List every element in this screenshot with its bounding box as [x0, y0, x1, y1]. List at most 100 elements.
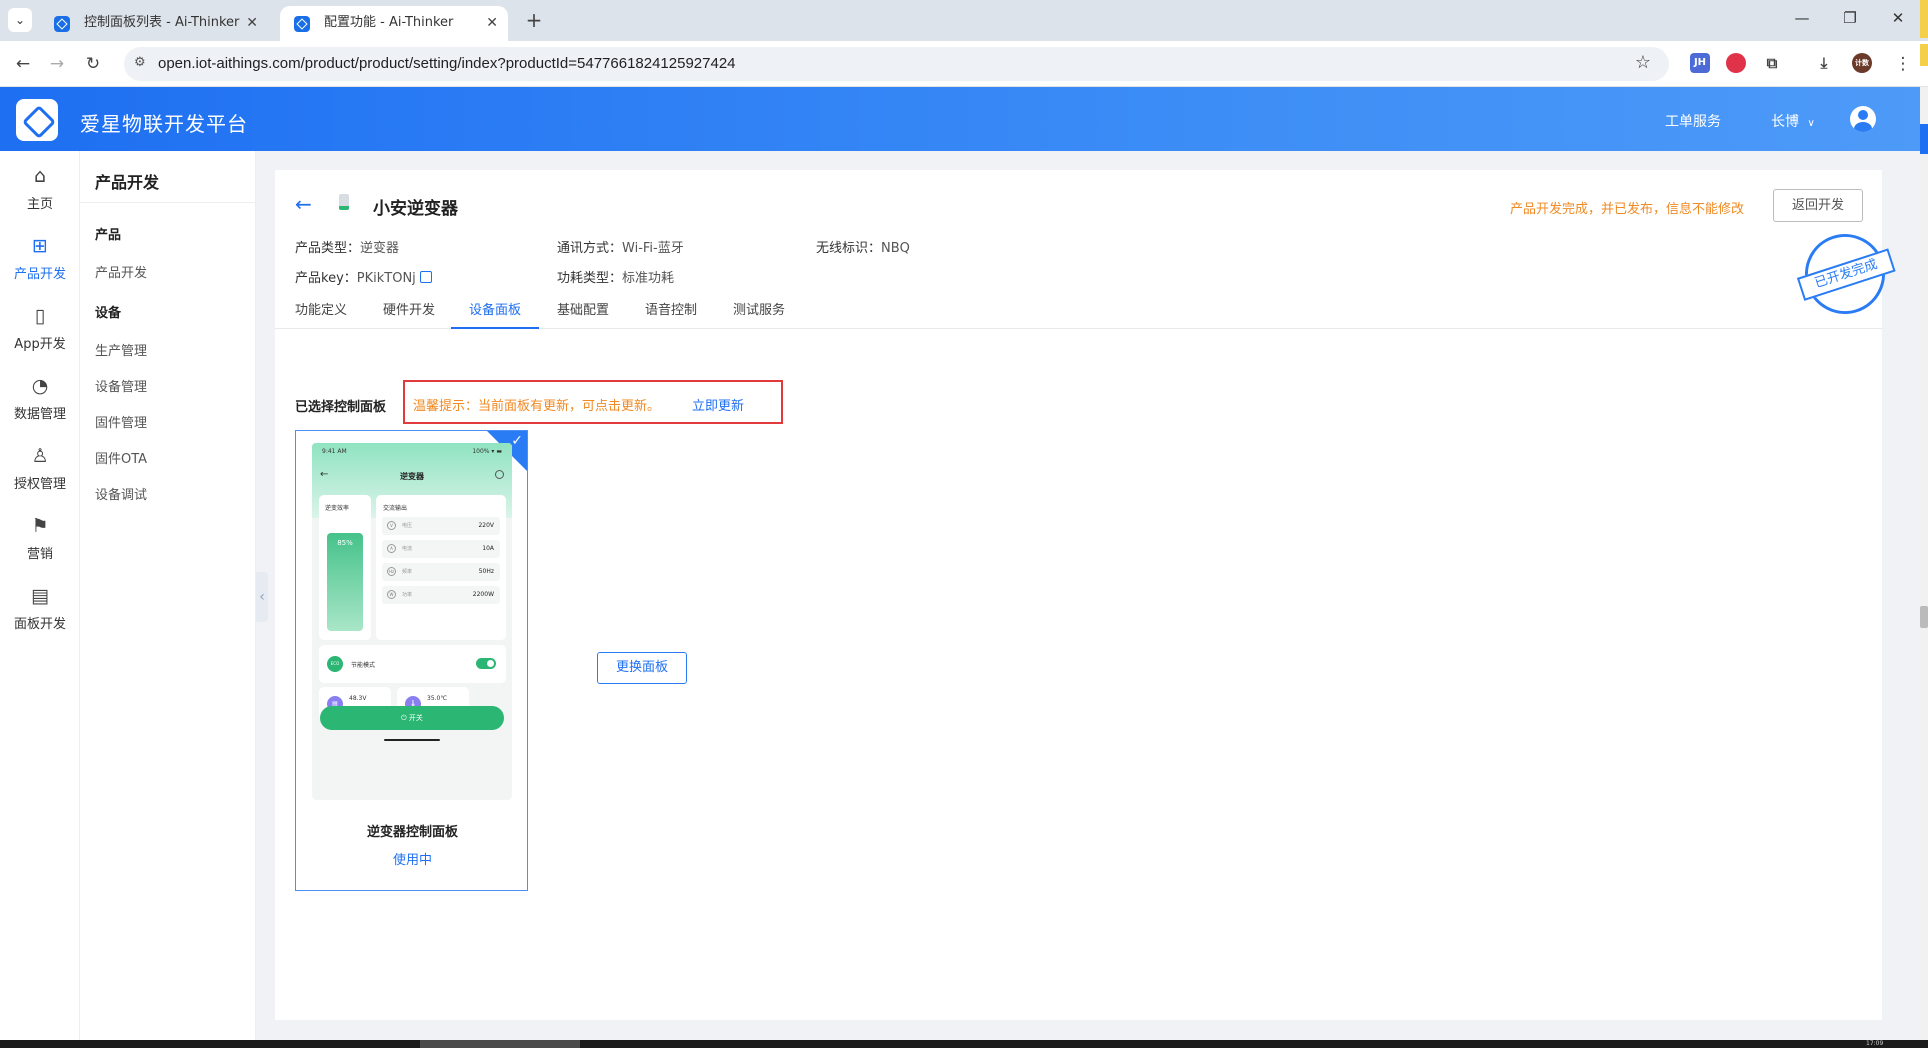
- profile-avatar[interactable]: 计数: [1852, 53, 1872, 73]
- efficiency-card: 逆变效率 85%: [319, 495, 371, 640]
- meta-label: 通讯方式：: [557, 241, 623, 256]
- sub-item-product-dev[interactable]: 产品开发: [95, 262, 147, 281]
- phone-time: 9:41 AM: [322, 448, 347, 455]
- rail-data[interactable]: ◔ 数据管理: [0, 369, 80, 429]
- tab-function-def[interactable]: 功能定义: [291, 299, 351, 329]
- rail-label: 授权管理: [13, 477, 66, 492]
- close-tab-icon[interactable]: ✕: [486, 9, 498, 37]
- minimize-window-icon[interactable]: —: [1792, 9, 1812, 27]
- sub-item-production[interactable]: 生产管理: [95, 340, 147, 359]
- meta-label: 功耗类型：: [557, 271, 623, 286]
- browser-menu-icon[interactable]: ⋮: [1892, 53, 1914, 75]
- product-key: 产品key：PKikTONj: [295, 267, 432, 286]
- tab-search-chevron-icon[interactable]: ⌄: [8, 8, 32, 32]
- power-type: 功耗类型：标准功耗: [557, 267, 674, 286]
- back-nav-icon[interactable]: ←: [12, 53, 34, 75]
- user-avatar-icon[interactable]: [1850, 106, 1876, 132]
- ac-row-label: 电压: [402, 523, 413, 529]
- collapse-sidebar-handle[interactable]: ‹: [256, 572, 268, 622]
- product-type: 产品类型：逆变器: [295, 237, 399, 256]
- ac-row: W 功率 2200W: [382, 586, 500, 604]
- tab-voice-control[interactable]: 语音控制: [641, 299, 701, 329]
- close-window-icon[interactable]: ✕: [1888, 9, 1908, 27]
- efficiency-value: 85%: [337, 539, 353, 547]
- phone-status: 100% ▾ ▬: [472, 448, 502, 455]
- efficiency-label: 逆变效率: [325, 505, 350, 512]
- user-name: 长博: [1771, 114, 1799, 130]
- taskbar-active-app[interactable]: [420, 1040, 580, 1048]
- url-text: open.iot-aithings.com/product/product/se…: [158, 55, 736, 72]
- change-panel-button[interactable]: 更换面板: [597, 652, 687, 684]
- stamp-text: 已开发完成: [1796, 248, 1896, 301]
- rail-marketing[interactable]: ⚑ 营销: [0, 509, 80, 569]
- ac-row-value: 10A: [482, 545, 494, 552]
- update-notice: 温馨提示：当前面板有更新，可点击更新。 立即更新: [403, 380, 783, 424]
- reload-icon[interactable]: ↻: [82, 53, 104, 75]
- rail-product-dev[interactable]: ⊞ 产品开发: [0, 229, 80, 289]
- page-scrollbar[interactable]: [1920, 87, 1928, 1040]
- meta-value: 标准功耗: [622, 271, 675, 286]
- new-tab-plus-icon[interactable]: +: [522, 8, 546, 32]
- update-now-link[interactable]: 立即更新: [692, 395, 744, 414]
- phone-gear-icon: [495, 470, 504, 479]
- eco-mode-card: ECO 节能模式: [319, 645, 506, 683]
- return-dev-button[interactable]: 返回开发: [1773, 189, 1863, 222]
- power-label: 开关: [408, 714, 423, 722]
- tab-basic-config[interactable]: 基础配置: [553, 299, 613, 329]
- battery-voltage-value: 48.3V: [349, 695, 367, 702]
- rail-app-dev[interactable]: ▯ App开发: [0, 299, 80, 359]
- ac-row-value: 220V: [478, 522, 494, 529]
- rail-label: 营销: [26, 547, 53, 562]
- home-icon: ⌂: [33, 165, 47, 187]
- jh-extension-icon[interactable]: JH: [1690, 53, 1710, 73]
- taskbar-clock: 17:09: [1866, 1040, 1884, 1047]
- restore-window-icon[interactable]: ❐: [1840, 9, 1860, 27]
- sub-item-debug[interactable]: 设备调试: [95, 484, 147, 503]
- user-menu[interactable]: 长博 ∨: [1771, 111, 1815, 131]
- site-info-icon[interactable]: ⚙: [134, 55, 146, 70]
- side-edge-tab: [1920, 44, 1928, 66]
- back-arrow-icon[interactable]: ←: [295, 192, 312, 216]
- panel-card[interactable]: ✓ 9:41 AM 100% ▾ ▬ ← 逆变器 逆变效率 85% 交流输出 V…: [295, 430, 528, 891]
- ac-row-label: 功率: [402, 592, 413, 598]
- rail-home[interactable]: ⌂ 主页: [0, 159, 80, 219]
- tab-test-service[interactable]: 测试服务: [729, 299, 789, 329]
- ac-row: V 电压 220V: [382, 517, 500, 535]
- ticket-service-link[interactable]: 工单服务: [1665, 111, 1721, 131]
- pie-chart-icon: ◔: [31, 375, 49, 397]
- power-icon: ⏻: [401, 714, 407, 722]
- tab-device-panel[interactable]: 设备面板: [451, 299, 539, 329]
- download-icon[interactable]: ⤓: [1814, 53, 1834, 73]
- page-scrollbar-thumb[interactable]: [1920, 606, 1928, 628]
- bookmark-star-icon[interactable]: ☆: [1635, 52, 1651, 73]
- voltage-icon: V: [387, 521, 396, 530]
- ac-row: A 电流 10A: [382, 540, 500, 558]
- site-favicon-icon: [294, 16, 310, 32]
- sub-item-firmware[interactable]: 固件管理: [95, 412, 147, 431]
- url-field[interactable]: ⚙ open.iot-aithings.com/product/product/…: [124, 47, 1669, 81]
- ac-output-label: 交流输出: [383, 505, 408, 512]
- copy-icon[interactable]: [419, 271, 432, 283]
- puzzle-extension-icon[interactable]: ⧉: [1762, 53, 1782, 73]
- locked-warning: 产品开发完成，并已发布，信息不能修改: [1510, 202, 1745, 217]
- sub-item-device-mgmt[interactable]: 设备管理: [95, 376, 147, 395]
- meta-value: Wi-Fi-蓝牙: [622, 241, 684, 256]
- shield-extension-icon[interactable]: [1726, 53, 1746, 73]
- close-tab-icon[interactable]: ✕: [246, 9, 258, 37]
- sub-item-ota[interactable]: 固件OTA: [95, 448, 147, 467]
- rail-auth[interactable]: ♙ 授权管理: [0, 439, 80, 499]
- efficiency-bar: 85%: [327, 533, 363, 631]
- main-content-card: ← 小安逆变器 产品类型：逆变器 通讯方式：Wi-Fi-蓝牙 无线标识：NBQ …: [275, 170, 1896, 1020]
- browser-tab-title: 控制面板列表 - Ai-Thinker: [84, 15, 240, 30]
- eco-label: 节能模式: [351, 662, 376, 669]
- ac-row: Hz 频率 50Hz: [382, 563, 500, 581]
- tab-hardware[interactable]: 硬件开发: [379, 299, 439, 329]
- sub-sidebar-title: 产品开发: [95, 173, 160, 192]
- chevron-down-icon: ∨: [1807, 118, 1815, 129]
- forward-nav-icon[interactable]: →: [46, 53, 68, 75]
- browser-tab-panel-list[interactable]: 控制面板列表 - Ai-Thinker ✕: [40, 6, 268, 41]
- rail-panel-dev[interactable]: ▤ 面板开发: [0, 579, 80, 639]
- platform-logo[interactable]: [16, 99, 58, 141]
- update-notice-text: 温馨提示：当前面板有更新，可点击更新。: [413, 399, 661, 414]
- browser-tab-config[interactable]: 配置功能 - Ai-Thinker ✕: [280, 6, 508, 41]
